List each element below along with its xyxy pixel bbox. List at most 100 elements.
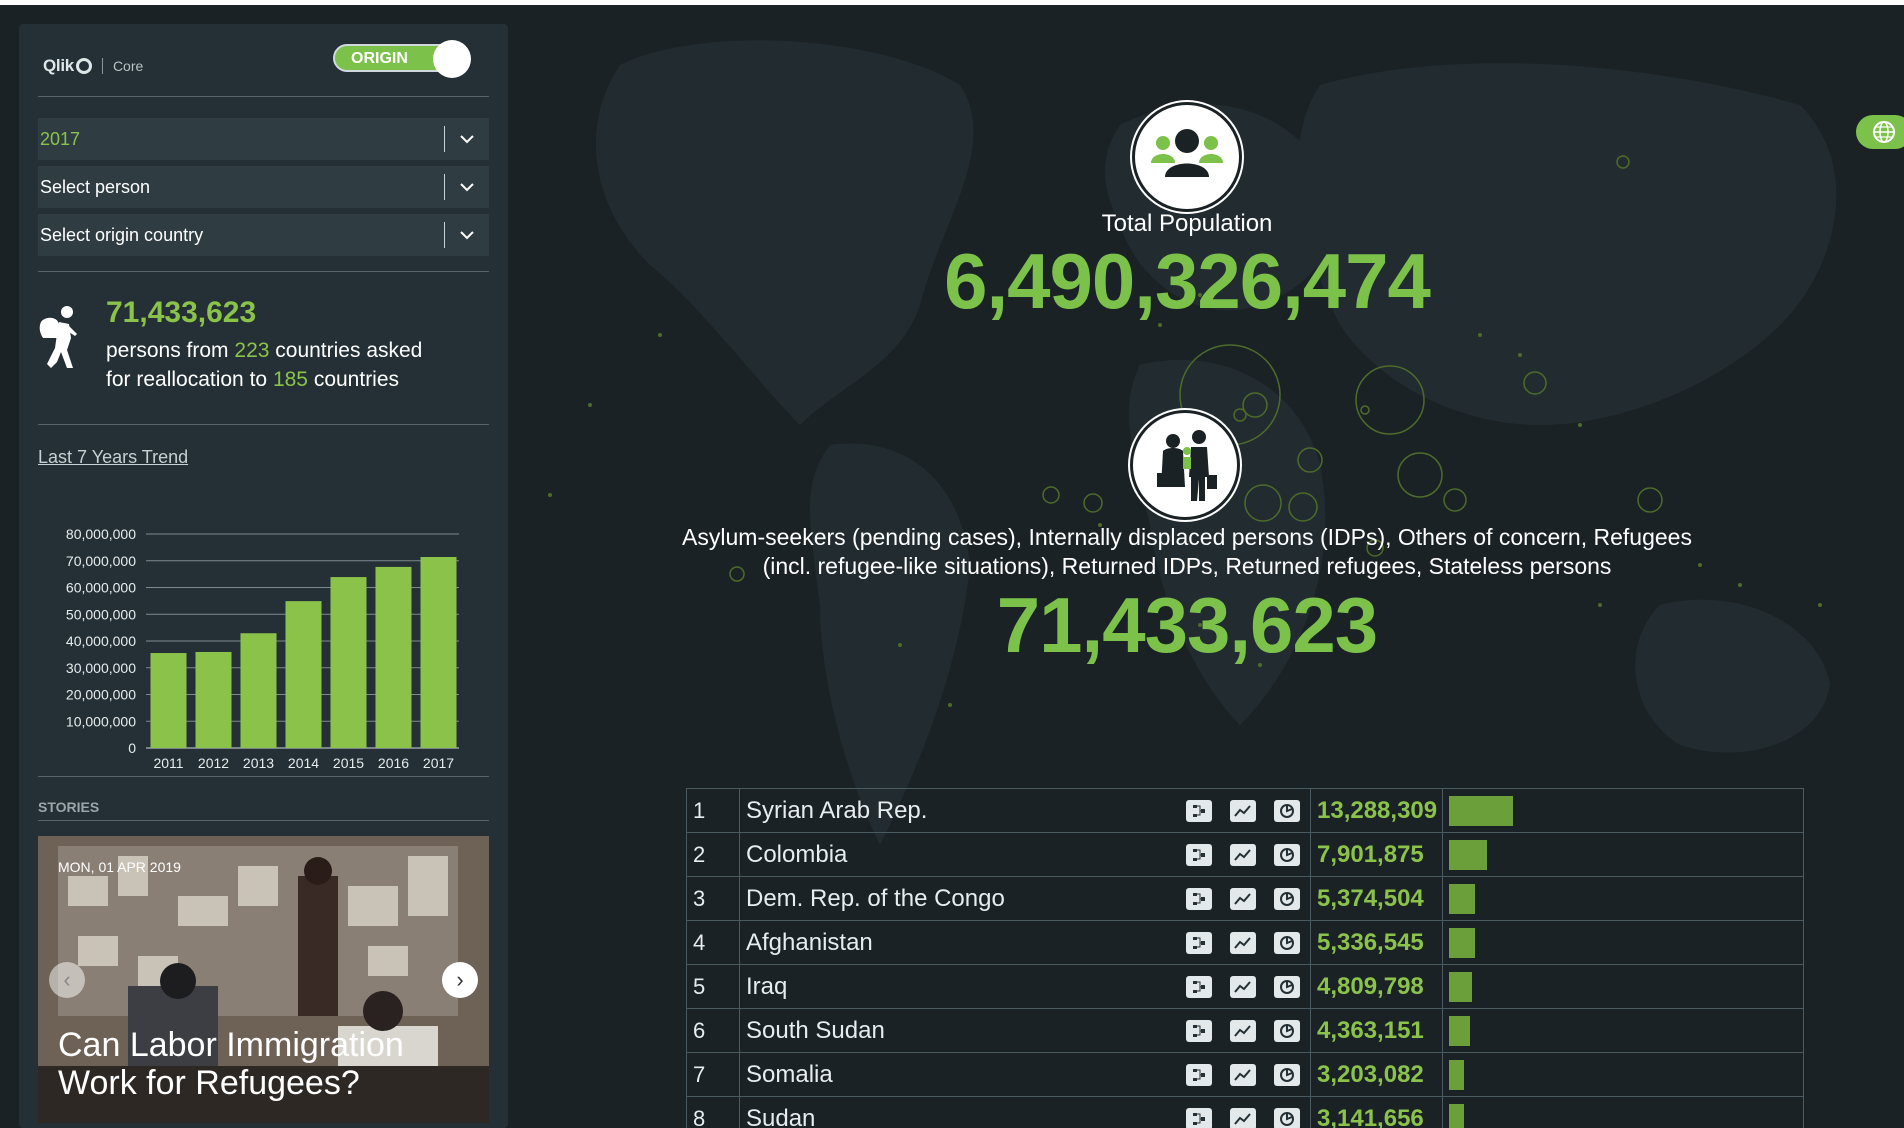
network-button[interactable] (1186, 789, 1212, 833)
summary-text: persons from 223 countries asked for rea… (106, 336, 486, 394)
value-bar (1449, 972, 1472, 1002)
value-cell: 3,203,082 (1310, 1053, 1442, 1097)
table-row[interactable]: 5 Iraq 4,809,798 (686, 964, 1804, 1009)
trend-bar[interactable] (195, 651, 232, 748)
rank-cell: 7 (686, 1053, 739, 1097)
table-row[interactable]: 1 Syrian Arab Rep. 13,288,309 (686, 788, 1804, 833)
table-row[interactable]: 3 Dem. Rep. of the Congo 5,374,504 (686, 876, 1804, 921)
country-name-cell[interactable]: Iraq (739, 965, 1239, 1009)
chevron-down-icon[interactable] (445, 227, 489, 243)
pie-icon (1274, 1020, 1300, 1042)
table-row[interactable]: 8 Sudan 3,141,656 (686, 1096, 1804, 1128)
rank-cell: 1 (686, 789, 739, 833)
pie-icon (1274, 800, 1300, 822)
network-button[interactable] (1186, 877, 1212, 921)
table-row[interactable]: 2 Colombia 7,901,875 (686, 832, 1804, 877)
country-name-cell[interactable]: Colombia (739, 833, 1239, 877)
pie-button[interactable] (1274, 1009, 1300, 1053)
network-icon (1186, 1064, 1212, 1086)
pie-button[interactable] (1274, 921, 1300, 965)
rank-cell: 3 (686, 877, 739, 921)
network-icon (1186, 888, 1212, 910)
trend-bar[interactable] (150, 653, 187, 748)
trend-button[interactable] (1230, 789, 1256, 833)
trend-bar[interactable] (375, 566, 412, 748)
table-row[interactable]: 7 Somalia 3,203,082 (686, 1052, 1804, 1097)
country-name-cell[interactable]: Syrian Arab Rep. (739, 789, 1239, 833)
origin-toggle[interactable]: ORIGIN (333, 40, 471, 78)
qlik-logo: Qlik (43, 56, 74, 75)
network-button[interactable] (1186, 1053, 1212, 1097)
pie-button[interactable] (1274, 965, 1300, 1009)
person-select[interactable]: Select person (38, 166, 489, 208)
network-button[interactable] (1186, 833, 1212, 877)
pie-button[interactable] (1274, 1097, 1300, 1128)
country-name-cell[interactable]: South Sudan (739, 1009, 1239, 1053)
walking-person-icon (35, 304, 85, 370)
pie-icon (1274, 888, 1300, 910)
country-name-cell[interactable]: Somalia (739, 1053, 1239, 1097)
country-name-cell[interactable]: Sudan (739, 1097, 1239, 1128)
y-tick-label: 30,000,000 (66, 660, 136, 676)
story-card[interactable]: MON, 01 APR 2019 ‹ › Can Labor Immigrati… (38, 836, 489, 1123)
rank-cell: 2 (686, 833, 739, 877)
network-button[interactable] (1186, 921, 1212, 965)
categories-line: Asylum-seekers (pending cases), Internal… (682, 524, 1692, 550)
country-name-cell[interactable]: Afghanistan (739, 921, 1239, 965)
year-select[interactable]: 2017 (38, 118, 489, 160)
total-population-value: 6,490,326,474 (944, 237, 1431, 325)
trend-button[interactable] (1230, 1097, 1256, 1128)
value-bar (1449, 1104, 1464, 1128)
pie-icon (1274, 1108, 1300, 1128)
pie-icon (1274, 932, 1300, 954)
chevron-down-icon[interactable] (445, 131, 489, 147)
trend-link[interactable]: Last 7 Years Trend (38, 447, 188, 468)
pie-icon (1274, 976, 1300, 998)
network-icon (1186, 976, 1212, 998)
trend-icon (1230, 844, 1256, 866)
trend-bar[interactable] (285, 601, 322, 748)
network-icon (1186, 1108, 1212, 1128)
story-headline[interactable]: Can Labor Immigration Work for Refugees? (58, 1026, 404, 1102)
pie-button[interactable] (1274, 1053, 1300, 1097)
trend-bar[interactable] (240, 633, 277, 748)
network-button[interactable] (1186, 1009, 1212, 1053)
divider (38, 96, 489, 97)
trend-button[interactable] (1230, 921, 1256, 965)
categories-line: (incl. refugee-like situations), Returne… (762, 553, 1612, 579)
trend-button[interactable] (1230, 1009, 1256, 1053)
network-icon (1186, 844, 1212, 866)
origin-select-value: Select origin country (40, 224, 204, 245)
country-name-cell[interactable]: Dem. Rep. of the Congo (739, 877, 1239, 921)
table-row[interactable]: 6 South Sudan 4,363,151 (686, 1008, 1804, 1053)
network-button[interactable] (1186, 1097, 1212, 1128)
trend-button[interactable] (1230, 965, 1256, 1009)
y-tick-label: 10,000,000 (66, 713, 136, 729)
trend-button[interactable] (1230, 1053, 1256, 1097)
table-row[interactable]: 4 Afghanistan 5,336,545 (686, 920, 1804, 965)
next-story-button[interactable]: › (442, 962, 478, 998)
trend-button[interactable] (1230, 833, 1256, 877)
trend-button[interactable] (1230, 877, 1256, 921)
value-cell: 13,288,309 (1310, 789, 1442, 833)
pie-button[interactable] (1274, 833, 1300, 877)
network-button[interactable] (1186, 965, 1212, 1009)
chevron-down-icon[interactable] (445, 179, 489, 195)
globe-button[interactable] (1856, 115, 1904, 149)
trend-bar[interactable] (330, 577, 367, 748)
person-select-value: Select person (40, 176, 151, 197)
pie-button[interactable] (1274, 789, 1300, 833)
bar-cell (1442, 1097, 1804, 1128)
divider (38, 424, 489, 425)
previous-story-button[interactable]: ‹ (49, 962, 85, 998)
origin-toggle-label: ORIGIN (351, 50, 408, 67)
bar-cell (1442, 877, 1804, 921)
network-icon (1186, 932, 1212, 954)
pie-button[interactable] (1274, 877, 1300, 921)
trend-icon (1230, 888, 1256, 910)
toggle-knob[interactable] (433, 40, 471, 78)
x-tick-label: 2016 (378, 755, 409, 771)
origin-country-select[interactable]: Select origin country (38, 214, 489, 256)
trend-bar[interactable] (420, 557, 457, 748)
story-headline-line: Can Labor Immigration (58, 1026, 404, 1064)
